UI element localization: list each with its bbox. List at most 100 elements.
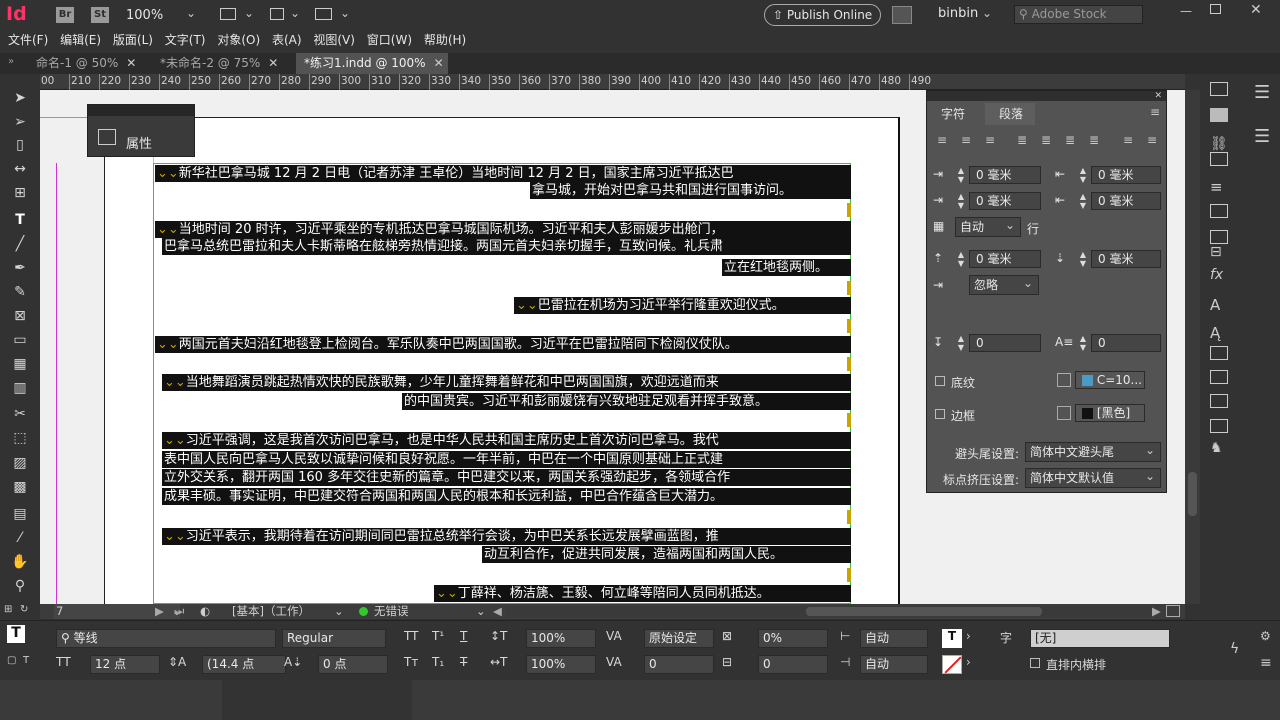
menu-table[interactable]: 表(A) [268,30,306,50]
border-color-select[interactable]: [黑色] [1075,404,1145,422]
shading-swatch-icon[interactable] [1057,373,1071,387]
chevron-right-icon[interactable]: › [966,655,971,669]
leading-field[interactable]: (14.4 点 [202,655,286,674]
text-line[interactable]: ⌄⌄两国元首夫妇沿红地毯登上检阅台。军乐队奏中巴两国国歌。习近平在巴雷拉陪同下检… [155,336,851,353]
mojikumi-select[interactable]: 简体中文默认值 [1025,467,1161,488]
scrollbar-thumb[interactable] [806,607,1042,616]
note-tool-icon[interactable]: ▤ [10,504,30,524]
screen-mode-icon[interactable] [270,8,284,20]
user-name[interactable]: binbin [938,6,978,21]
vertical-scale-field[interactable]: 100% [526,629,596,648]
chevron-down-icon[interactable]: ⌄ [290,6,300,20]
preflight-status[interactable]: 无错误 [374,604,409,619]
panel-header[interactable] [88,105,194,116]
close-icon[interactable]: ✕ [1154,91,1162,101]
left-indent-field[interactable]: 0 毫米 [969,166,1041,184]
font-size-field[interactable]: 12 点 [90,655,160,674]
vertical-scrollbar[interactable] [1185,90,1200,604]
tab-document-2[interactable]: *未命名-2 @ 75% ✕ [152,53,292,74]
menu-file[interactable]: 文件(F) [4,30,52,50]
first-line-indent-field[interactable]: 0 毫米 [969,192,1041,210]
align-to-grid-select[interactable]: 自动 [955,216,1021,237]
gradient-swatch-tool-icon[interactable]: ▨ [10,453,30,473]
pencil-tool-icon[interactable]: ✎ [10,282,30,302]
swatches-panel-icon[interactable] [1210,152,1228,166]
text-line[interactable]: ⌄⌄当地舞蹈演员跳起热情欢快的民族歌舞，少年儿童挥舞着鲜花和中巴两国国旗，欢迎远… [162,374,851,391]
justify-right-icon[interactable]: ≣ [1065,133,1075,147]
free-transform-tool-icon[interactable]: ⬚ [10,428,30,448]
tab-document-1[interactable]: 命名-1 @ 50% ✕ [28,53,148,74]
drop-cap-chars-field[interactable]: 0 [1091,334,1161,352]
align-left-icon[interactable]: ≡ [937,133,947,147]
fill-text-icon[interactable]: T [7,625,25,643]
chevron-down-icon[interactable]: ⌄ [334,604,344,618]
panel-menu-icon[interactable]: ≡ [1150,105,1160,119]
split-view-icon[interactable] [1166,605,1180,617]
left-indent-stepper[interactable]: ▲ ▼ [955,166,967,184]
lightning-icon[interactable]: ϟ [1230,641,1239,657]
baseline-shift-field[interactable]: 0 点 [318,655,388,674]
text-line[interactable]: 巴拿马总统巴雷拉和夫人卡斯蒂略在舷梯旁热情迎接。两国元首夫妇亲切握手，互致问候。… [162,238,851,255]
font-family-select[interactable]: ⚲ 等线 [56,629,276,648]
text-wrap-panel-icon[interactable] [1210,230,1228,244]
text-line[interactable]: ⌄⌄巴雷拉在机场为习近平举行隆重欢迎仪式。 [514,297,851,314]
underline-icon[interactable]: T [460,629,467,643]
chevron-down-icon[interactable]: ⌄ [186,6,196,20]
aki-field[interactable]: 0 [758,655,828,674]
arrange-documents-icon[interactable] [315,8,332,20]
text-line[interactable]: ⌄⌄当地时间 20 时许，习近平乘坐的专机抵达巴拿马城国际机场。习近平和夫人彭丽… [155,221,851,238]
horizontal-ruler[interactable]: 00 210 220 230 240 250 260 270 280 290 300 310 320 33… [39,74,1185,90]
scissors-tool-icon[interactable]: ✂ [10,404,30,424]
close-icon[interactable]: ✕ [268,56,278,70]
table-panel-icon[interactable] [1210,394,1228,408]
table-styles-icon[interactable] [1210,419,1228,433]
align-away-spine-icon[interactable]: ≡ [1147,133,1157,147]
stock-search-field[interactable]: ⚲ Adobe Stock [1014,5,1143,24]
properties-title[interactable]: 属性 [126,133,152,152]
bridge-button[interactable]: Br [56,7,74,23]
zoom-tool-icon[interactable]: ⚲ [10,576,30,596]
chevron-down-icon[interactable]: ⌄ [982,6,992,20]
space-after-stepper[interactable]: ▲ ▼ [1077,250,1089,268]
menu-help[interactable]: 帮助(H) [420,30,470,50]
strikethrough-icon[interactable]: T [460,655,467,669]
hamburger-icon[interactable]: ≡ [1260,655,1272,671]
character-fill-icon[interactable]: T [942,629,962,648]
align-center-icon[interactable]: ≡ [961,133,971,147]
text-line[interactable]: 拿马城，开始对巴拿马共和国进行国事访问。 [530,182,851,199]
hamburger-icon[interactable]: ☰ [1254,126,1270,147]
style-status[interactable]: [基本]（工作） [232,604,310,619]
rectangle-tool-icon[interactable]: ▭ [10,330,30,350]
line-tool-icon[interactable]: ╱ [10,234,30,254]
direct-selection-tool-icon[interactable]: ➢ [10,112,30,132]
chevron-down-icon[interactable]: ⌄ [244,6,254,20]
zoom-level[interactable]: 100% [126,8,163,23]
selection-tool-icon[interactable]: ➤ [10,88,30,108]
menu-view[interactable]: 视图(V) [309,30,359,50]
subscript-icon[interactable]: T₁ [432,655,444,669]
double-chevron-icon[interactable]: » [8,56,14,67]
font-style-select[interactable]: Regular [282,629,386,648]
drop-cap-chars-stepper[interactable]: ▲ ▼ [1077,334,1089,352]
right-indent-stepper[interactable]: ▲ ▼ [1077,166,1089,184]
text-line[interactable]: ⌄⌄习近平强调，这是我首次访问巴拿马，也是中华人民共和国主席历史上首次访问巴拿马… [162,432,851,449]
tsume-field[interactable]: 0% [758,629,828,648]
formatting-container-icon[interactable]: ▢ [7,655,16,666]
horizontal-scale-field[interactable]: 100% [526,655,596,674]
minimize-icon[interactable]: — [1180,4,1192,18]
libraries-panel-icon[interactable]: ♞ [1210,440,1223,456]
shading-checkbox[interactable] [935,376,945,386]
justify-all-icon[interactable]: ≣ [1089,133,1099,147]
character-styles-icon[interactable]: A [1210,296,1220,314]
chevron-down-icon[interactable]: ⌄ [476,604,486,618]
menu-type[interactable]: 文字(T) [161,30,210,50]
eyedropper-tool-icon[interactable]: ⁄ [10,528,30,548]
taskbar-item[interactable] [222,680,412,720]
next-page-icon[interactable]: ▶ [155,604,164,618]
align-towards-spine-icon[interactable]: ≡ [1123,133,1133,147]
tatechuyoko-checkbox[interactable] [1030,658,1040,668]
open-icon[interactable]: ◐ [200,604,210,618]
chevron-right-icon[interactable]: › [966,629,971,643]
space-before-field[interactable]: 0 毫米 [969,250,1041,268]
last-line-indent-field[interactable]: 0 毫米 [1091,192,1161,210]
